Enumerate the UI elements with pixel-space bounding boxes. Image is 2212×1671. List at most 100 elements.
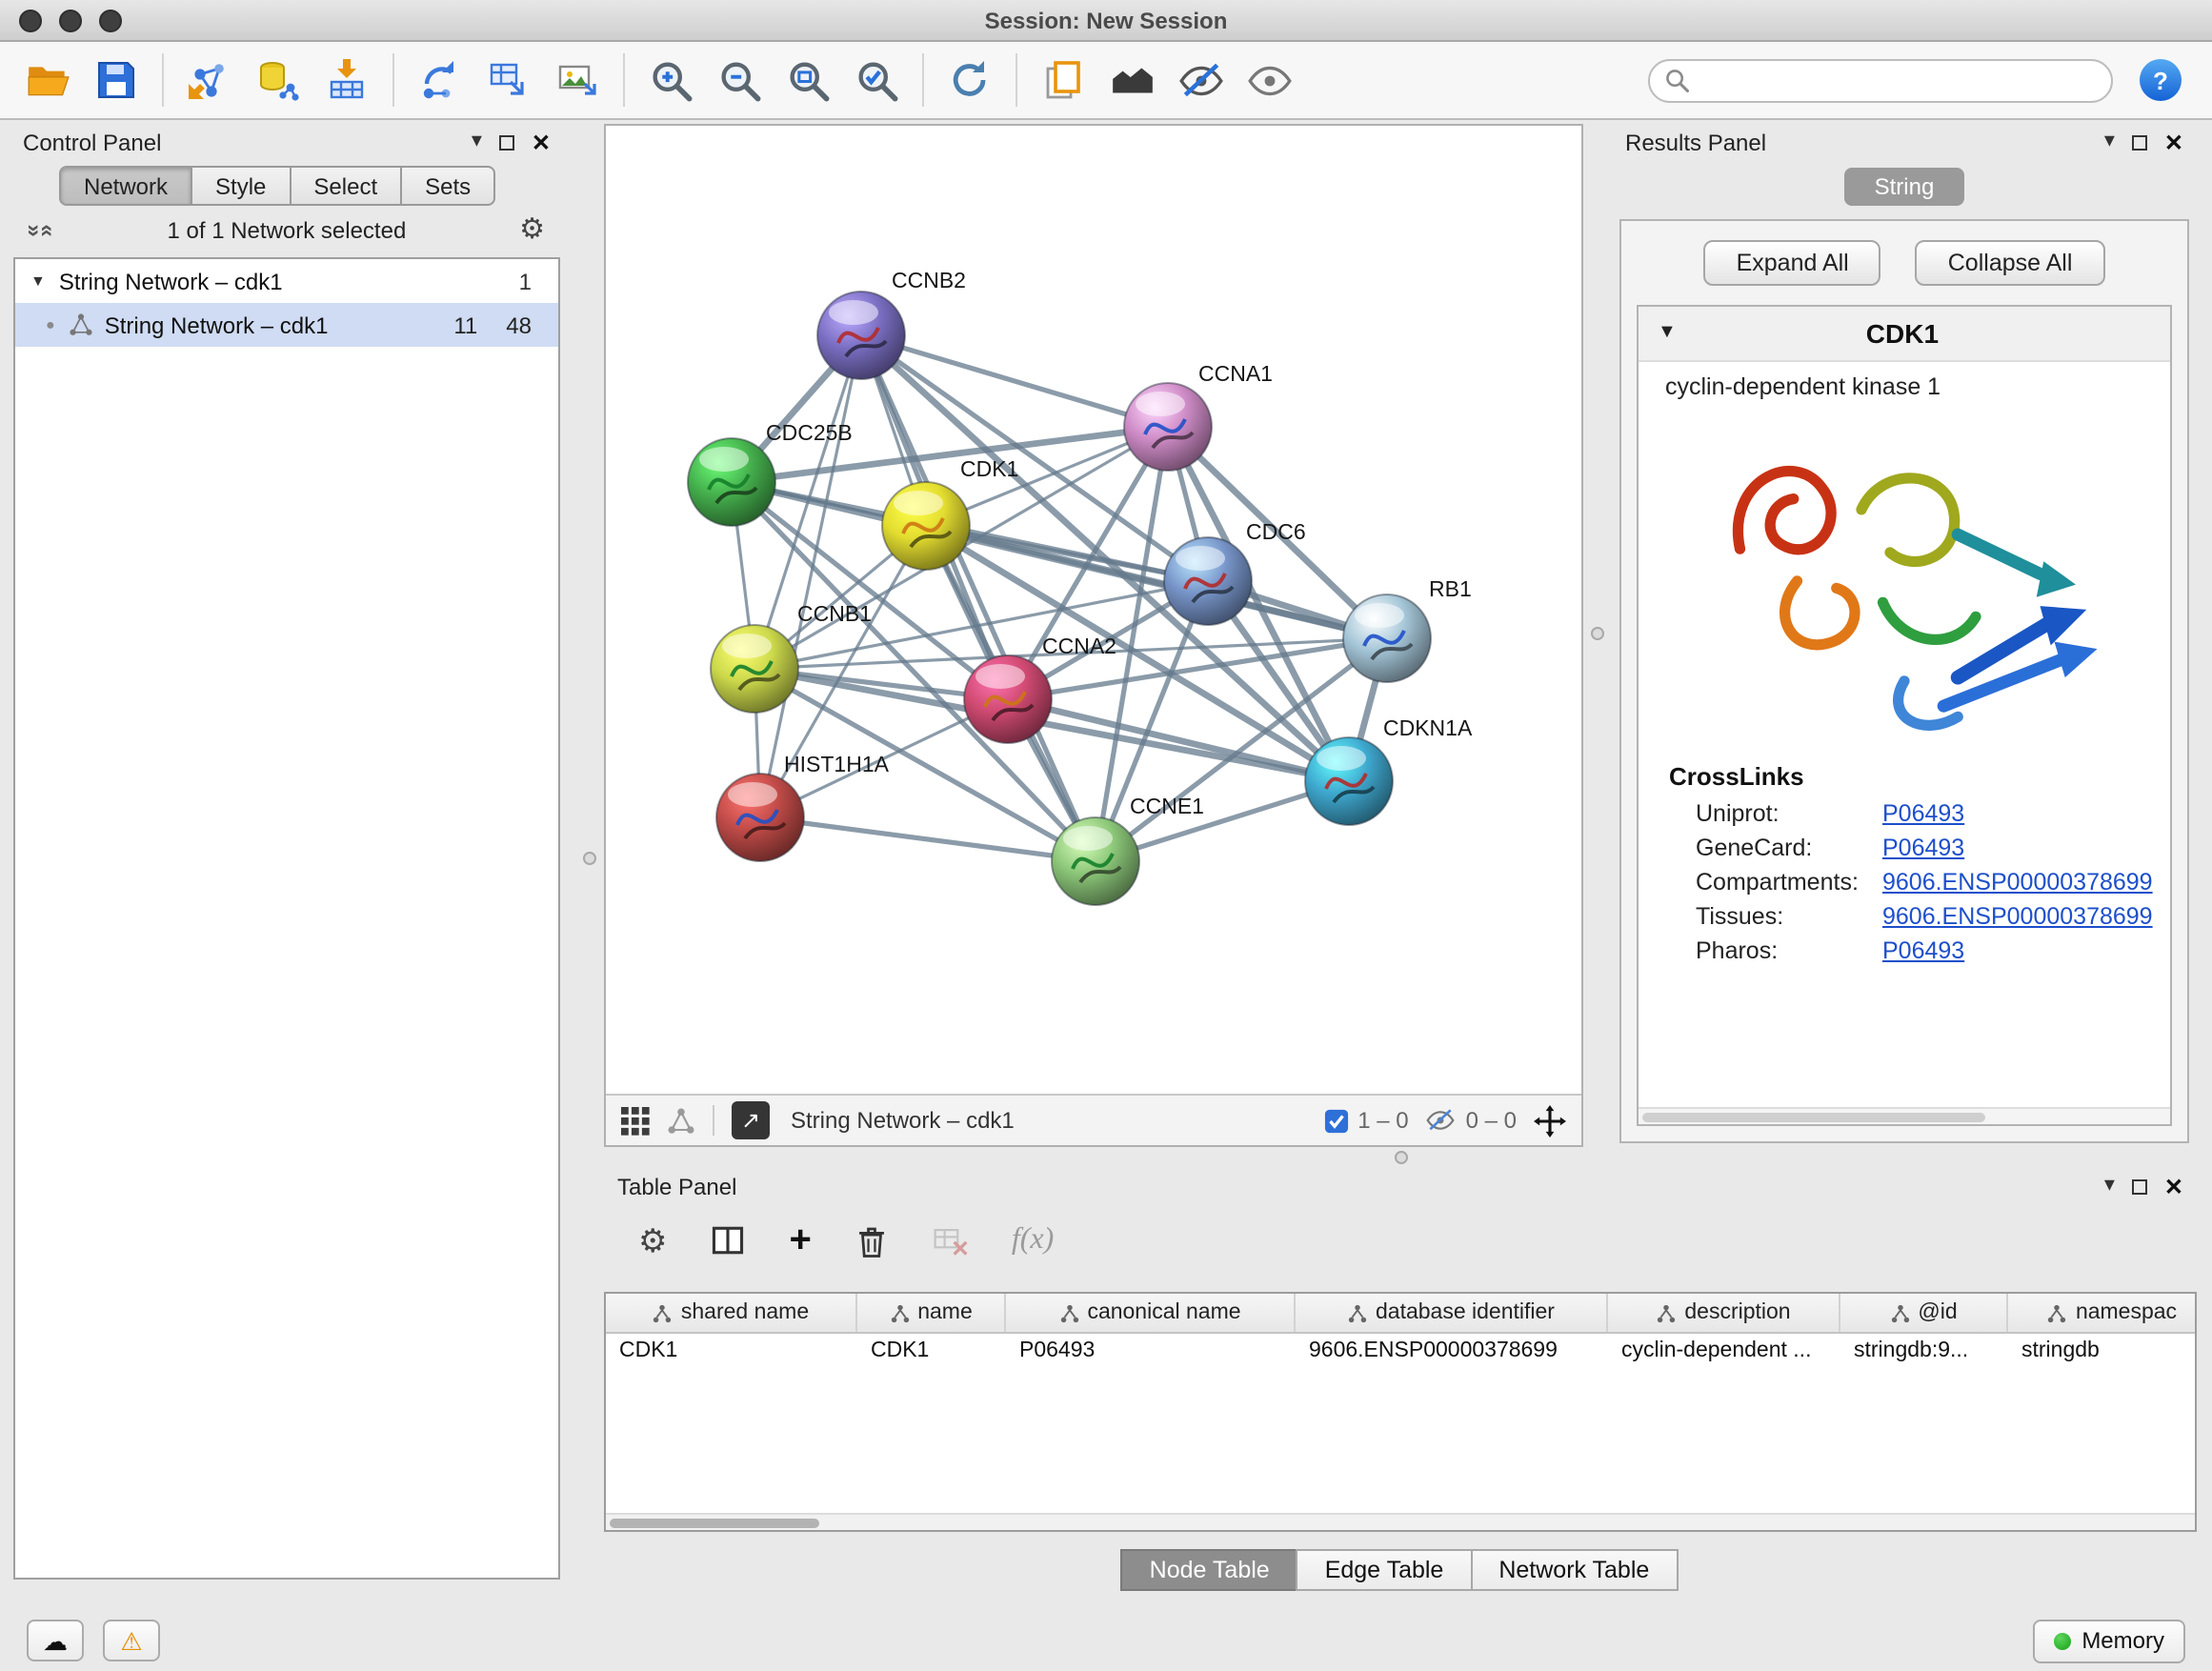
- column-header-shared-name[interactable]: shared name: [606, 1294, 857, 1332]
- refresh-icon: [947, 57, 993, 103]
- window-zoom-button[interactable]: [99, 10, 122, 32]
- tab-style[interactable]: Style: [191, 166, 291, 206]
- table-row[interactable]: CDK1CDK1P064939606.ENSP00000378699cyclin…: [606, 1334, 2195, 1372]
- export-image-button[interactable]: [545, 50, 610, 111]
- window-close-button[interactable]: [19, 10, 42, 32]
- panel-close-icon[interactable]: ✕: [2164, 1175, 2183, 1198]
- crosslink-link[interactable]: 9606.ENSP00000378699: [1882, 903, 2153, 930]
- scrollbar-thumb[interactable]: [610, 1519, 819, 1528]
- splitter-handle[interactable]: [583, 852, 596, 865]
- table-cell[interactable]: CDK1: [606, 1334, 857, 1372]
- home-button[interactable]: [1099, 50, 1164, 111]
- cloud-button[interactable]: ☁: [27, 1620, 84, 1661]
- crosslink-link[interactable]: 9606.ENSP00000378699: [1882, 869, 2153, 896]
- network-row-selected[interactable]: ● String Network – cdk1 11 48: [15, 303, 558, 347]
- panel-float-icon[interactable]: [499, 134, 514, 150]
- tab-string[interactable]: String: [1844, 168, 1965, 206]
- network-edge[interactable]: [760, 817, 1096, 861]
- table-cell[interactable]: CDK1: [857, 1334, 1006, 1372]
- panel-menu-icon[interactable]: ▾: [472, 131, 482, 152]
- panel-close-icon[interactable]: ✕: [2164, 131, 2183, 153]
- birds-eye-view-icon[interactable]: [621, 1106, 650, 1135]
- network-node-CDK1[interactable]: CDK1: [882, 456, 1018, 570]
- panel-float-icon[interactable]: [2132, 1178, 2147, 1194]
- crosslink-link[interactable]: P06493: [1882, 835, 1964, 861]
- network-to-table-button[interactable]: [476, 50, 541, 111]
- expander-icon[interactable]: ▼: [30, 272, 46, 290]
- delete-column-button[interactable]: [854, 1222, 890, 1258]
- table-cell[interactable]: cyclin-dependent ...: [1608, 1334, 1840, 1372]
- detach-view-button[interactable]: ↗: [732, 1101, 770, 1139]
- new-network-from-selection-button[interactable]: [408, 50, 473, 111]
- panel-close-icon[interactable]: ✕: [532, 131, 551, 153]
- network-node-CDKN1A[interactable]: CDKN1A: [1305, 715, 1473, 825]
- expander-icon[interactable]: ▼: [1658, 324, 1677, 343]
- window-minimize-button[interactable]: [59, 10, 82, 32]
- warnings-button[interactable]: ⚠: [103, 1620, 160, 1661]
- show-all-button[interactable]: [1237, 50, 1301, 111]
- memory-button[interactable]: Memory: [2032, 1619, 2185, 1662]
- import-table-button[interactable]: [314, 50, 379, 111]
- column-header-database-identifier[interactable]: database identifier: [1296, 1294, 1608, 1332]
- panel-menu-icon[interactable]: ▾: [2104, 131, 2115, 152]
- table-cell[interactable]: 9606.ENSP00000378699: [1296, 1334, 1608, 1372]
- delete-table-button[interactable]: [932, 1221, 970, 1259]
- zoom-selected-button[interactable]: [844, 50, 909, 111]
- column-header-namespac[interactable]: namespac: [2008, 1294, 2197, 1332]
- network-share-icon[interactable]: [667, 1106, 695, 1135]
- add-column-button[interactable]: +: [790, 1221, 812, 1259]
- network-node-CCNB1[interactable]: CCNB1: [711, 601, 872, 713]
- crosslink-link[interactable]: P06493: [1882, 937, 1964, 964]
- network-node-CDC6[interactable]: CDC6: [1164, 519, 1306, 625]
- panel-menu-icon[interactable]: ▾: [2104, 1176, 2115, 1197]
- expand-all-button[interactable]: Expand All: [1704, 240, 1881, 286]
- network-edge[interactable]: [861, 335, 1096, 861]
- tab-edge-table[interactable]: Edge Table: [1297, 1549, 1473, 1591]
- function-builder-button[interactable]: f(x): [1012, 1223, 1054, 1258]
- tab-node-table[interactable]: Node Table: [1121, 1549, 1298, 1591]
- network-node-RB1[interactable]: RB1: [1343, 576, 1472, 682]
- annotation-button[interactable]: [1031, 50, 1096, 111]
- import-network-from-file-button[interactable]: [177, 50, 242, 111]
- panel-float-icon[interactable]: [2132, 134, 2147, 150]
- tab-sets[interactable]: Sets: [400, 166, 495, 206]
- show-columns-button[interactable]: [710, 1221, 748, 1259]
- help-button[interactable]: ?: [2140, 59, 2182, 101]
- import-network-from-database-button[interactable]: [246, 50, 311, 111]
- crosslink-link[interactable]: P06493: [1882, 800, 1964, 827]
- results-horizontal-scrollbar[interactable]: [1639, 1107, 2170, 1124]
- table-cell[interactable]: stringdb:9...: [1840, 1334, 2008, 1372]
- refresh-button[interactable]: [937, 50, 1002, 111]
- column-header-@id[interactable]: @id: [1840, 1294, 2008, 1332]
- network-node-CCNA1[interactable]: CCNA1: [1124, 361, 1273, 471]
- save-session-button[interactable]: [84, 50, 149, 111]
- network-node-HIST1H1A[interactable]: HIST1H1A: [716, 752, 890, 861]
- tab-network[interactable]: Network: [59, 166, 192, 206]
- zoom-fit-button[interactable]: [775, 50, 840, 111]
- table-cell[interactable]: stringdb: [2008, 1334, 2197, 1372]
- zoom-out-button[interactable]: [707, 50, 772, 111]
- search-input[interactable]: [1648, 58, 2113, 102]
- hide-selected-button[interactable]: [1168, 50, 1233, 111]
- selected-nodes-icon: [1323, 1108, 1348, 1133]
- column-header-canonical-name[interactable]: canonical name: [1006, 1294, 1296, 1332]
- zoom-in-button[interactable]: [638, 50, 703, 111]
- table-cell[interactable]: P06493: [1006, 1334, 1296, 1372]
- pan-crosshair-icon[interactable]: [1534, 1104, 1566, 1137]
- collapse-all-button[interactable]: Collapse All: [1916, 240, 2105, 286]
- column-header-description[interactable]: description: [1608, 1294, 1840, 1332]
- tab-network-table[interactable]: Network Table: [1470, 1549, 1678, 1591]
- network-canvas[interactable]: CCNB2CCNA1CDC25BCDK1CDC6RB1CCNB1CCNA2CDK…: [606, 126, 1581, 1094]
- network-edge[interactable]: [760, 335, 861, 817]
- splitter-handle[interactable]: [1591, 627, 1604, 640]
- table-horizontal-scrollbar[interactable]: [606, 1513, 2195, 1530]
- tab-select[interactable]: Select: [289, 166, 402, 206]
- network-collection-row[interactable]: ▼ String Network – cdk1 1: [15, 259, 558, 303]
- open-session-button[interactable]: [15, 50, 80, 111]
- table-options-button[interactable]: ⚙: [638, 1224, 668, 1257]
- protein-header-row[interactable]: ▼ CDK1: [1639, 307, 2170, 362]
- column-header-name[interactable]: name: [857, 1294, 1006, 1332]
- expand-all-icon[interactable]: «: [36, 223, 59, 235]
- gear-icon[interactable]: ⚙: [519, 215, 545, 244]
- splitter-handle[interactable]: [1395, 1151, 1408, 1164]
